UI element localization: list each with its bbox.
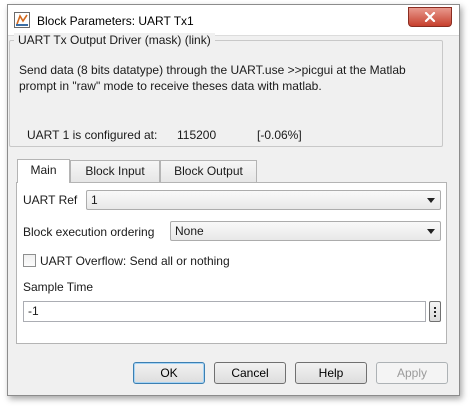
uart-baud-value: 115200 [177, 128, 217, 142]
uart-config-label: UART 1 is configured at: [27, 128, 158, 142]
close-icon [424, 12, 436, 22]
uart-overflow-checkbox[interactable] [23, 254, 36, 267]
ok-button[interactable]: OK [133, 362, 205, 384]
vertical-ellipsis-icon [434, 307, 436, 309]
exec-order-label: Block execution ordering [23, 225, 155, 239]
chevron-down-icon [427, 229, 435, 234]
uart-error-value: [-0.06%] [257, 128, 302, 142]
exec-order-dropdown[interactable]: None [170, 221, 441, 241]
vertical-ellipsis-dot [434, 315, 436, 317]
uart-ref-dropdown[interactable]: 1 [86, 190, 441, 210]
close-button[interactable] [408, 7, 452, 27]
simulink-block-icon [14, 12, 30, 28]
title-bar[interactable]: Block Parameters: UART Tx1 [8, 5, 459, 36]
sample-time-label: Sample Time [23, 280, 94, 294]
window-title: Block Parameters: UART Tx1 [37, 14, 194, 28]
mask-description: Send data (8 bits datatype) through the … [19, 63, 406, 93]
cancel-button[interactable]: Cancel [214, 362, 286, 384]
tab-main[interactable]: Main [17, 159, 70, 183]
exec-order-value: None [175, 224, 204, 238]
mask-group-title: UART Tx Output Driver (mask) (link) [14, 33, 215, 47]
tab-block-input[interactable]: Block Input [70, 160, 160, 182]
tab-block-output[interactable]: Block Output [160, 160, 257, 182]
sample-time-input[interactable]: -1 [23, 301, 426, 322]
sample-time-more-button[interactable] [429, 301, 441, 322]
uart-ref-value: 1 [91, 193, 98, 207]
uart-ref-label: UART Ref [23, 193, 78, 207]
help-button[interactable]: Help [295, 362, 367, 384]
chevron-down-icon [427, 198, 435, 203]
vertical-ellipsis-dot [434, 311, 436, 313]
apply-button[interactable]: Apply [376, 362, 448, 384]
uart-overflow-label: UART Overflow: Send all or nothing [40, 254, 230, 268]
